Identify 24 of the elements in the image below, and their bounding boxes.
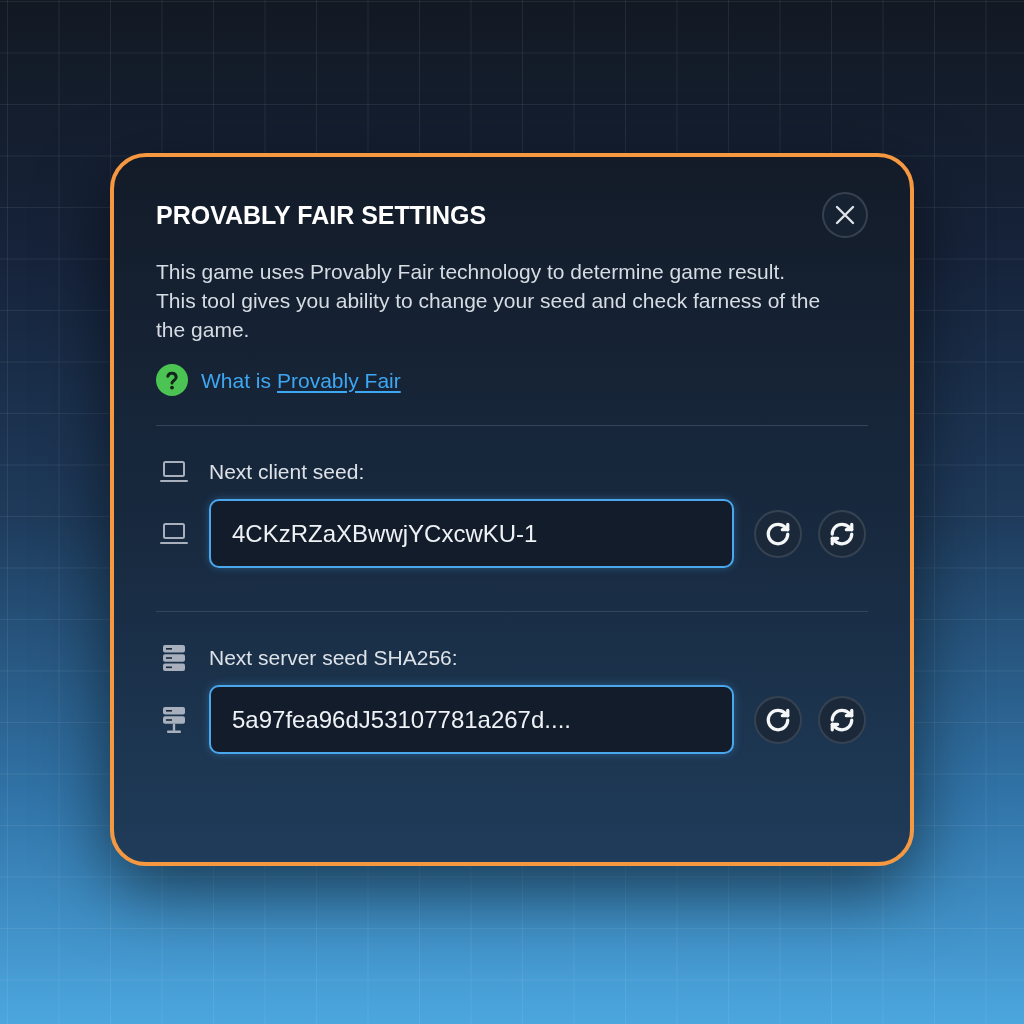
laptop-icon bbox=[160, 522, 188, 545]
description-text: This game uses Provably Fair technology to determine game result. bbox=[156, 259, 787, 285]
rotate-icon bbox=[765, 706, 791, 733]
rotate-icon bbox=[765, 520, 791, 547]
provably-fair-link[interactable]: Provably Fair bbox=[277, 365, 401, 395]
laptop-icon bbox=[160, 460, 188, 483]
dialog-title: PROVABLY FAIR SETTINGS bbox=[156, 200, 487, 230]
rotate-button[interactable] bbox=[754, 695, 802, 744]
seed-label: Next client seed: bbox=[209, 459, 365, 485]
refresh-button[interactable] bbox=[818, 695, 866, 744]
refresh-icon bbox=[829, 706, 855, 733]
refresh-button[interactable] bbox=[818, 509, 866, 558]
refresh-icon bbox=[829, 520, 855, 547]
network-server-icon bbox=[162, 705, 186, 734]
help-icon bbox=[156, 364, 188, 396]
seed-field[interactable]: 4CKzRZaXBwwjYCxcwKU-1 bbox=[209, 499, 734, 568]
seed-field[interactable]: 5a97fea96dJ53107781a267d.... bbox=[209, 685, 734, 754]
seed-label: Next server seed SHA256: bbox=[209, 645, 458, 671]
server-icon bbox=[162, 643, 186, 672]
close-button[interactable] bbox=[822, 192, 868, 238]
description-text: This tool gives you ability to change your seed and check farness of the the game. bbox=[156, 288, 822, 343]
close-icon bbox=[835, 205, 855, 225]
help-prompt-text: What is bbox=[201, 367, 271, 394]
rotate-button[interactable] bbox=[754, 509, 802, 558]
